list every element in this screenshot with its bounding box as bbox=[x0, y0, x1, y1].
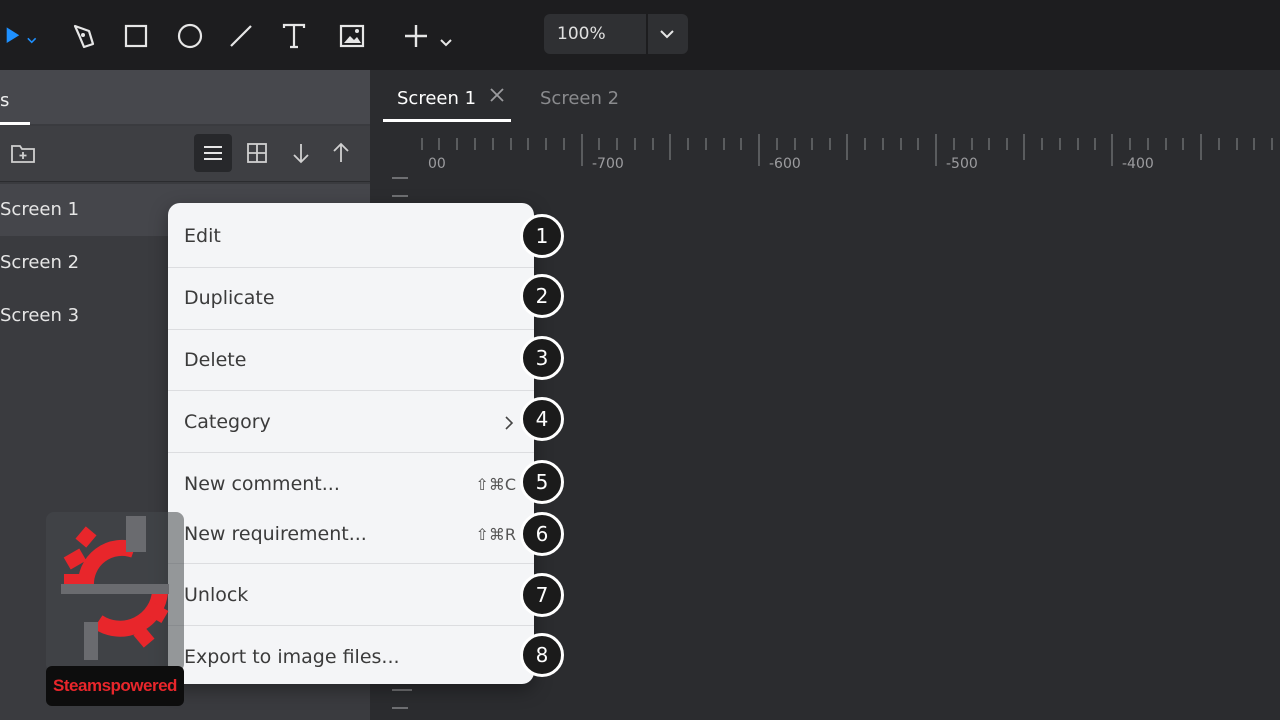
ruler-label-600: -600 bbox=[769, 156, 801, 172]
tab-close-button[interactable] bbox=[488, 86, 506, 109]
menu-divider bbox=[168, 267, 534, 268]
list-icon bbox=[204, 146, 222, 160]
step-badge-7: 7 bbox=[520, 573, 564, 617]
shortcut-label: ⇧⌘C bbox=[475, 475, 516, 494]
tab-screen-2[interactable]: Screen 2 bbox=[540, 88, 619, 109]
zoom-divider bbox=[646, 14, 648, 54]
grid-view-button[interactable] bbox=[238, 134, 276, 172]
ellipse-tool-button[interactable] bbox=[172, 18, 208, 54]
image-icon bbox=[339, 24, 365, 48]
step-badge-5: 5 bbox=[520, 460, 564, 504]
image-tool-button[interactable] bbox=[334, 18, 370, 54]
step-badge-4: 4 bbox=[520, 397, 564, 441]
pointer-tool-button[interactable] bbox=[2, 18, 38, 54]
pen-icon bbox=[73, 24, 95, 49]
step-badge-6: 6 bbox=[520, 512, 564, 556]
menu-item-label: New comment... bbox=[184, 473, 340, 495]
chevron-right-icon bbox=[502, 413, 516, 438]
screen-tabs: Screen 1 Screen 2 bbox=[372, 70, 1280, 124]
menu-item-label: Unlock bbox=[184, 584, 249, 606]
step-badge-1: 1 bbox=[520, 214, 564, 258]
menu-divider bbox=[168, 452, 534, 453]
menu-divider bbox=[168, 329, 534, 330]
panel-toolbar bbox=[0, 126, 370, 182]
step-badge-8: 8 bbox=[520, 633, 564, 677]
arrow-down-icon bbox=[293, 144, 309, 164]
step-badge-2: 2 bbox=[520, 274, 564, 318]
menu-item-label: Duplicate bbox=[184, 287, 275, 309]
rectangle-icon bbox=[124, 24, 148, 48]
horizontal-ruler: 00 -700 -600 -500 -400 bbox=[372, 130, 1280, 176]
shortcut-label: ⇧⌘R bbox=[475, 525, 516, 544]
text-tool-button[interactable] bbox=[276, 18, 312, 54]
close-icon bbox=[490, 88, 504, 102]
line-icon bbox=[230, 25, 252, 47]
pointer-icon bbox=[6, 27, 37, 44]
ruler-label-500: -500 bbox=[946, 156, 978, 172]
list-view-button[interactable] bbox=[194, 134, 232, 172]
zoom-dropdown-button[interactable] bbox=[654, 22, 680, 46]
text-icon bbox=[282, 23, 306, 49]
grid-icon bbox=[247, 143, 267, 163]
panel-header: s bbox=[0, 70, 370, 125]
arrow-up-icon bbox=[333, 142, 349, 162]
rectangle-tool-button[interactable] bbox=[118, 18, 154, 54]
top-toolbar: 100% bbox=[0, 0, 1280, 70]
add-element-button[interactable] bbox=[397, 18, 461, 54]
ruler-label-700: -700 bbox=[592, 156, 624, 172]
menu-divider bbox=[168, 390, 534, 391]
panel-tab-underline bbox=[0, 122, 30, 125]
context-menu: Edit Duplicate Delete Category New comme… bbox=[168, 203, 534, 684]
zoom-control[interactable]: 100% bbox=[544, 14, 688, 54]
menu-item-label: Category bbox=[184, 411, 271, 433]
ruler-label-partial: 00 bbox=[428, 156, 446, 172]
move-down-button[interactable] bbox=[282, 134, 320, 172]
add-folder-icon bbox=[11, 145, 35, 163]
step-badge-3: 3 bbox=[520, 336, 564, 380]
menu-item-label: Export to image files... bbox=[184, 646, 400, 668]
menu-item-label: New requirement... bbox=[184, 523, 367, 545]
chevron-down-icon bbox=[660, 30, 674, 39]
watermark-text: Steamspowered bbox=[46, 666, 184, 706]
ellipse-icon bbox=[177, 23, 203, 49]
menu-item-label: Edit bbox=[184, 225, 221, 247]
move-up-button[interactable] bbox=[322, 134, 360, 172]
pen-tool-button[interactable] bbox=[66, 18, 102, 54]
watermark-logo: Steamspowered bbox=[46, 512, 184, 706]
add-folder-button[interactable] bbox=[4, 134, 42, 172]
menu-divider bbox=[168, 563, 534, 564]
menu-item-label: Delete bbox=[184, 349, 247, 371]
ruler-label-400: -400 bbox=[1122, 156, 1154, 172]
gear-logo-icon bbox=[61, 516, 169, 660]
zoom-value[interactable]: 100% bbox=[557, 24, 606, 44]
plus-icon bbox=[405, 25, 452, 47]
panel-title[interactable]: s bbox=[0, 90, 9, 111]
line-tool-button[interactable] bbox=[223, 18, 259, 54]
menu-divider bbox=[168, 625, 534, 626]
